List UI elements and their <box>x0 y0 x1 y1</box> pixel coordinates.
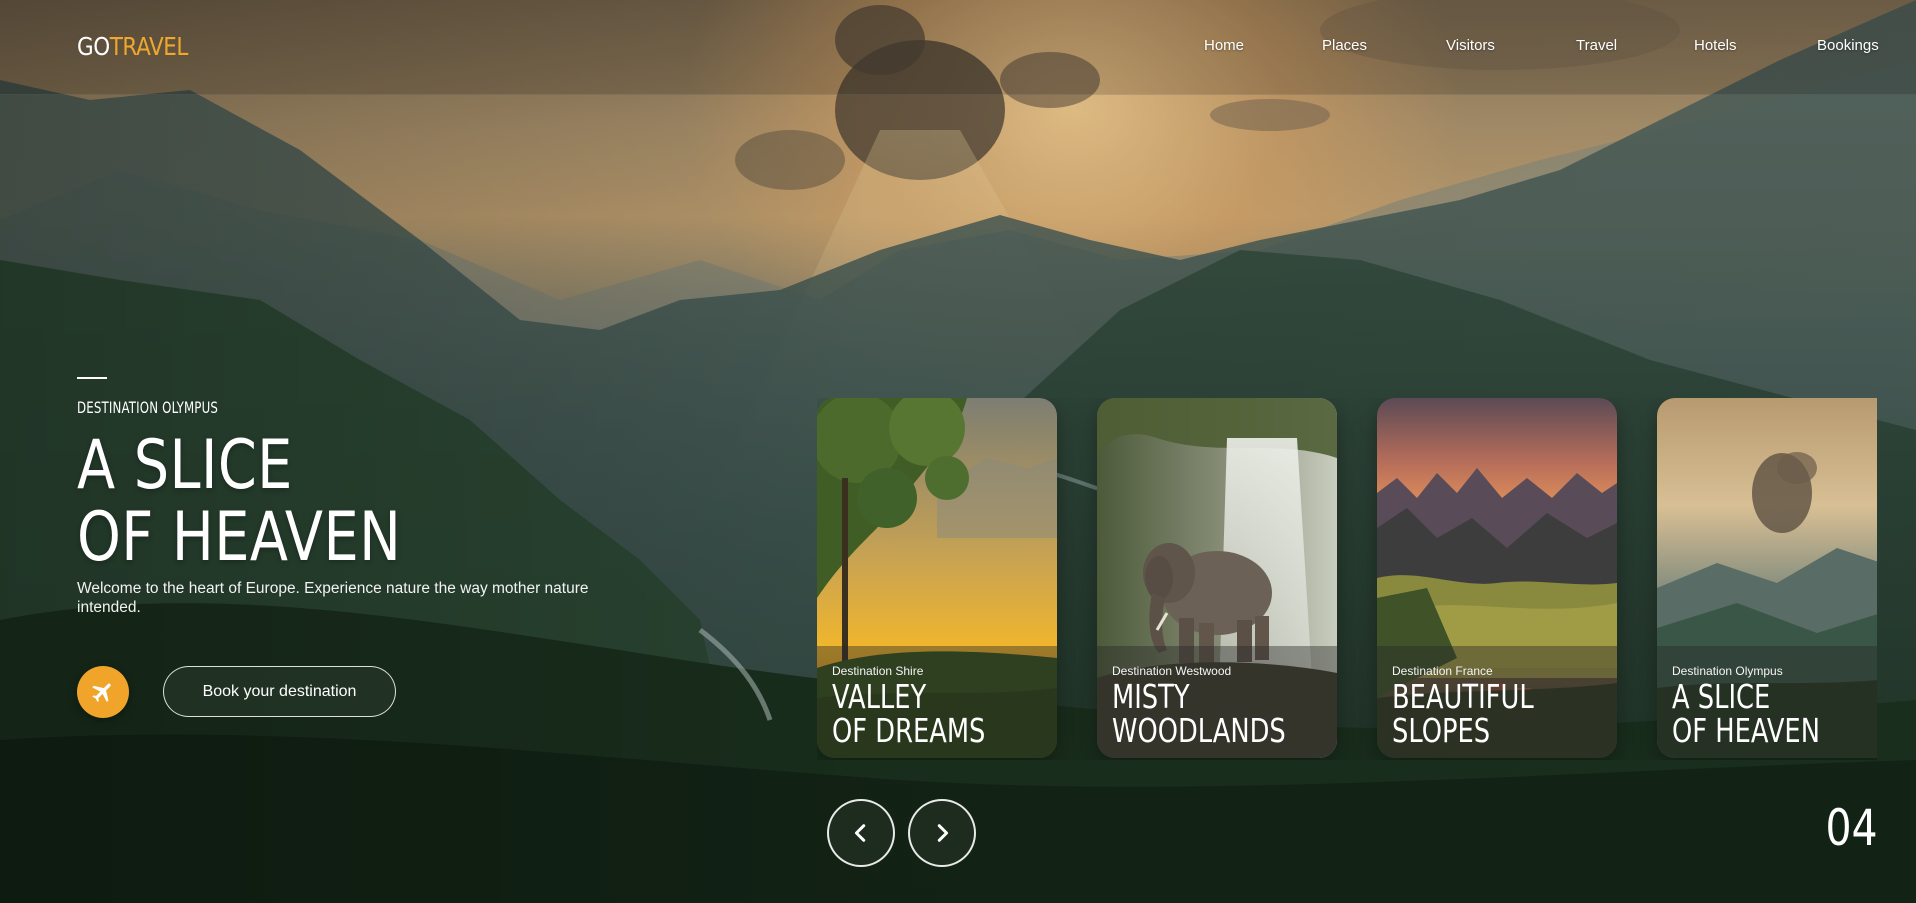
chevron-left-icon <box>854 824 866 842</box>
card-subtitle: Destination Olympus <box>1672 664 1783 678</box>
card-title: A SLICE OF HEAVEN <box>1672 680 1820 748</box>
destination-carousel: Destination Shire VALLEY OF DREAMS Desti… <box>817 398 1877 760</box>
hero-title-line1: A SLICE <box>77 426 293 505</box>
card-title-line2: SLOPES <box>1392 711 1491 750</box>
hero-title-line2: OF HEAVEN <box>77 498 402 577</box>
card-title: BEAUTIFUL SLOPES <box>1392 680 1534 748</box>
destination-card-beautiful-slopes[interactable]: Destination France BEAUTIFUL SLOPES <box>1377 398 1617 758</box>
brand-logo-go: GO <box>77 32 110 61</box>
nav-link-home[interactable]: Home <box>1204 37 1244 54</box>
destination-card-valley-of-dreams[interactable]: Destination Shire VALLEY OF DREAMS <box>817 398 1057 758</box>
card-title: VALLEY OF DREAMS <box>832 680 985 748</box>
airplane-icon <box>92 683 111 702</box>
hero-title: A SLICE OF HEAVEN <box>77 430 401 574</box>
book-destination-button[interactable]: Book your destination <box>163 666 396 717</box>
chevron-right-icon <box>937 824 949 842</box>
hero-description: Welcome to the heart of Europe. Experien… <box>77 580 589 616</box>
brand-logo[interactable]: GOTRAVEL <box>77 32 188 61</box>
nav-link-hotels[interactable]: Hotels <box>1694 37 1737 54</box>
destination-card-a-slice-of-heaven[interactable]: Destination Olympus A SLICE OF HEAVEN <box>1657 398 1877 758</box>
card-subtitle: Destination Westwood <box>1112 664 1232 678</box>
card-title: MISTY WOODLANDS <box>1112 680 1286 748</box>
card-subtitle: Destination France <box>1392 664 1493 678</box>
card-title-line2: WOODLANDS <box>1112 711 1286 750</box>
carousel-next-button[interactable] <box>908 799 976 867</box>
nav-link-bookings[interactable]: Bookings <box>1817 37 1879 54</box>
airplane-button[interactable] <box>77 666 129 718</box>
card-title-line2: OF HEAVEN <box>1672 711 1820 750</box>
nav-link-places[interactable]: Places <box>1322 37 1367 54</box>
card-title-line2: OF DREAMS <box>832 711 986 750</box>
nav-link-visitors[interactable]: Visitors <box>1446 37 1495 54</box>
nav-link-travel[interactable]: Travel <box>1576 37 1617 54</box>
hero-eyebrow: DESTINATION OLYMPUS <box>77 398 219 417</box>
destination-card-misty-woodlands[interactable]: Destination Westwood MISTY WOODLANDS <box>1097 398 1337 758</box>
top-navbar: GOTRAVEL Home Places Visitors Travel Hot… <box>0 0 1916 95</box>
carousel-prev-button[interactable] <box>827 799 895 867</box>
slide-counter: 04 <box>1825 799 1878 857</box>
brand-logo-travel: TRAVEL <box>109 32 189 61</box>
card-subtitle: Destination Shire <box>832 664 924 678</box>
hero-accent-line <box>77 377 107 379</box>
